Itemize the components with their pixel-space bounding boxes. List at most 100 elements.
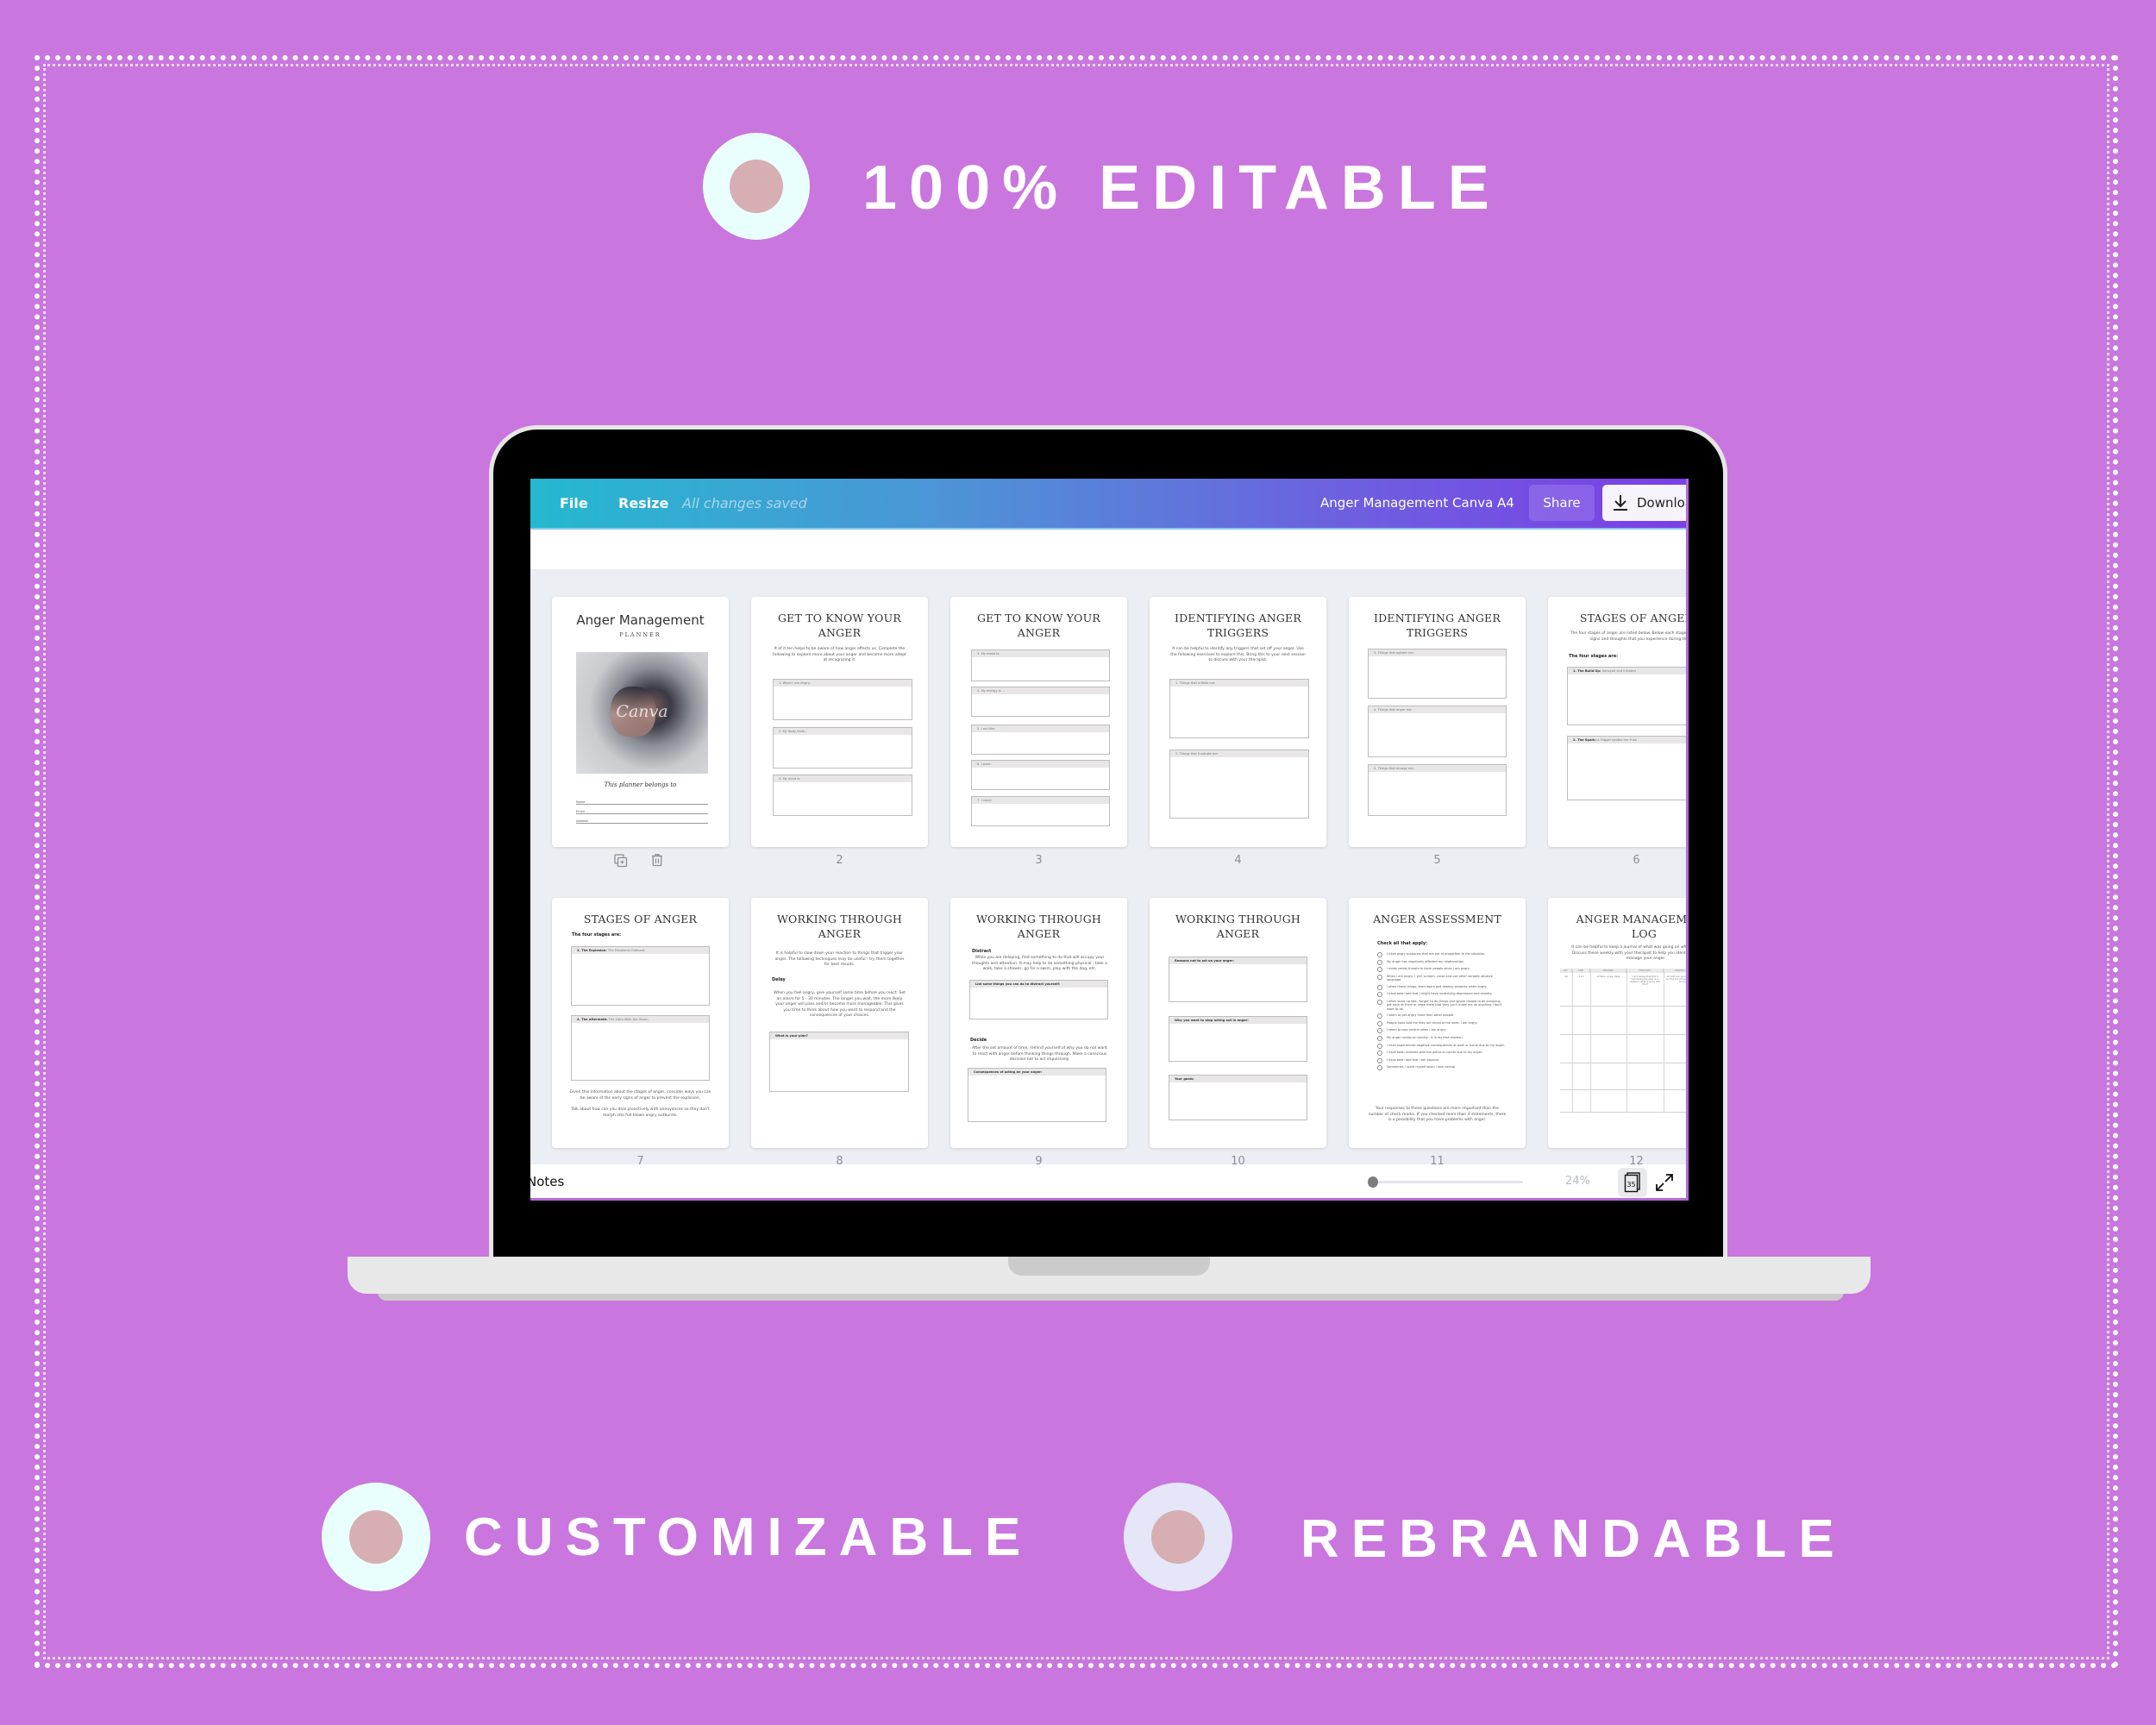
page-thumbnail-10[interactable]: WORKING THROUGH ANGER Reasons not to act…	[1150, 898, 1326, 1148]
log-table-example-cell: Go next door and ask him for waking me u…	[1666, 975, 1687, 984]
checkbox-circle-icon[interactable]	[1377, 1065, 1382, 1071]
checkbox-circle-icon[interactable]	[1377, 1043, 1382, 1049]
checkbox-circle-icon[interactable]	[1377, 984, 1382, 990]
checklist-item[interactable]: I have been told that I am abusive.	[1377, 1057, 1507, 1063]
checklist-item[interactable]: I seem to lose control when I am angry.	[1377, 1028, 1507, 1034]
checkbox-circle-icon[interactable]	[1377, 992, 1382, 998]
cover-image: Canva	[576, 652, 708, 774]
cover-belongs: This planner belongs to	[604, 781, 677, 788]
prompt-box: 3. My mood is:	[971, 649, 1110, 681]
checklist-text: When I am angry, I yell, scream, curse a…	[1387, 974, 1493, 982]
copy-page-icon[interactable]	[614, 854, 628, 868]
canva-watermark: Canva	[616, 702, 668, 721]
document-title[interactable]: Anger Management Canva A4	[1320, 479, 1514, 528]
share-button[interactable]: Share	[1529, 485, 1595, 521]
zoom-slider-handle[interactable]	[1368, 1176, 1378, 1188]
zoom-slider-track[interactable]	[1373, 1181, 1523, 1183]
notes-button[interactable]: Notes	[530, 1164, 564, 1199]
checklist-item[interactable]: When I am angry, I yell, scream, curse a…	[1377, 974, 1507, 982]
checklist-item[interactable]: I have angry outbursts that are out of p…	[1377, 952, 1507, 957]
trash-icon[interactable]	[650, 853, 664, 867]
checklist-item[interactable]: My anger comes on quickly - it is my fir…	[1377, 1035, 1507, 1041]
page-number: 4	[1234, 854, 1242, 867]
section-text: When you feel angry, give yourself some …	[774, 991, 906, 1018]
page-grid-button[interactable]: 35	[1618, 1168, 1647, 1197]
expand-icon[interactable]	[1653, 1171, 1676, 1194]
page-title: ANGER ASSESSMENT	[1373, 913, 1501, 925]
page-title: STAGES OF ANGER	[1579, 612, 1687, 624]
resize-menu[interactable]: Resize	[618, 479, 668, 528]
log-table-row-line	[1560, 1112, 1687, 1113]
checklist-item[interactable]: I have experienced negative consequences…	[1377, 1043, 1507, 1049]
page-thumbnail-11[interactable]: ANGER ASSESSMENT Check all that apply: I…	[1349, 898, 1526, 1148]
checkbox-circle-icon[interactable]	[1377, 1013, 1382, 1019]
field-email: Email	[576, 810, 708, 814]
checklist-text: People have told me they are afraid of m…	[1387, 1020, 1478, 1025]
page-thumbnail-4[interactable]: IDENTIFYING ANGER TRIGGERS It can be hel…	[1150, 597, 1326, 847]
page-thumbnail-9[interactable]: WORKING THROUGH ANGER Distract While you…	[950, 898, 1127, 1148]
checklist-text: I seem to get angry more than other peop…	[1387, 1013, 1455, 1018]
checklist-item[interactable]: I make verbal threats to harm people whe…	[1377, 967, 1507, 973]
page-intro: The four stages of anger are listed belo…	[1570, 631, 1687, 642]
page-footer: Your responses to these questions are mo…	[1368, 1107, 1507, 1122]
checklist-item[interactable]: My anger has negatively affected my rela…	[1377, 959, 1507, 965]
cover-subtitle: PLANNER	[619, 631, 661, 638]
page-subheading: The four stages are:	[1569, 654, 1619, 659]
page-thumbnail-2[interactable]: GET TO KNOW YOUR ANGER It of it ten help…	[751, 597, 928, 847]
checklist-text: I have been told that I might have under…	[1387, 992, 1493, 996]
page-footer: Talk about how can you deal proactively …	[571, 1107, 710, 1118]
cover-title: Anger Management	[576, 612, 705, 628]
section-text: After the set amount of time, remind you…	[972, 1046, 1107, 1062]
assessment-checklist: I have angry outbursts that are out of p…	[1377, 952, 1507, 1073]
checkbox-circle-icon[interactable]	[1377, 967, 1382, 973]
checklist-text: I have experienced negative consequences…	[1387, 1043, 1505, 1047]
checkbox-circle-icon[interactable]	[1377, 952, 1382, 957]
field-name: Name	[576, 800, 708, 805]
checkbox-circle-icon[interactable]	[1377, 1020, 1382, 1026]
log-table-row-line	[1560, 1034, 1687, 1035]
feature-editable: 100% EDITABLE	[862, 154, 1501, 223]
page-number: 6	[1633, 854, 1640, 867]
page-thumbnail-5[interactable]: IDENTIFYING ANGER TRIGGERS 3. Things tha…	[1349, 597, 1526, 847]
checkbox-circle-icon[interactable]	[1377, 974, 1382, 980]
checkbox-circle-icon[interactable]	[1377, 1051, 1382, 1057]
log-table-example-cell: I can't believe that idiot is hammering …	[1630, 975, 1660, 987]
page-subheading: The four stages are:	[572, 932, 622, 938]
checkbox-circle-icon[interactable]	[1377, 1035, 1382, 1041]
page-thumbnail-7[interactable]: STAGES OF ANGER The four stages are: 3. …	[552, 898, 729, 1148]
checkbox-circle-icon[interactable]	[1377, 999, 1382, 1005]
page-thumbnail-3[interactable]: GET TO KNOW YOUR ANGER 3. My mood is: 4.…	[950, 597, 1127, 847]
zoom-level[interactable]: 24%	[1565, 1164, 1590, 1199]
page-thumbnail-8[interactable]: WORKING THROUGH ANGER It is helpful to s…	[751, 898, 928, 1148]
prompt-box: What is your plan?	[769, 1032, 909, 1092]
page-thumbnail-12[interactable]: ANGER MANAGEMENT LOG It can be helpful t…	[1548, 898, 1687, 1148]
prompt-box: 4. The aftermath: The Calm After the Sto…	[571, 1015, 710, 1081]
prompt-box: 4. Things that anger me:	[1368, 706, 1507, 757]
checklist-item[interactable]: I have been told that I might have under…	[1377, 992, 1507, 998]
checklist-item[interactable]: I seem to get angry more than other peop…	[1377, 1013, 1507, 1019]
file-menu[interactable]: File	[560, 479, 588, 528]
editor-footer: Notes 24% 35	[530, 1164, 1687, 1201]
checklist-item[interactable]: I often throw things, slam doors and des…	[1377, 984, 1507, 990]
download-button[interactable]: Download	[1602, 485, 1687, 521]
prompt-box: Reasons not to act on your anger:	[1169, 957, 1307, 1002]
page-number: 2	[836, 854, 843, 867]
checklist-item[interactable]: I often show up late, 'forget' to do thi…	[1377, 999, 1507, 1012]
checkbox-circle-icon[interactable]	[1377, 1057, 1382, 1063]
checklist-text: I have been involved with the police or …	[1387, 1051, 1483, 1055]
checkbox-circle-icon[interactable]	[1377, 959, 1382, 965]
download-icon	[1614, 495, 1627, 511]
checklist-text: I make verbal threats to harm people whe…	[1387, 967, 1470, 971]
page-thumbnail-6[interactable]: STAGES OF ANGER The four stages of anger…	[1548, 597, 1687, 847]
page-thumbnail-1[interactable]: Anger Management PLANNER Canva This plan…	[552, 597, 729, 847]
prompt-box: 1. When I am Angry:	[773, 679, 912, 720]
checklist-item[interactable]: People have told me they are afraid of m…	[1377, 1020, 1507, 1026]
log-table-row-line	[1560, 1089, 1687, 1090]
checkbox-circle-icon[interactable]	[1377, 1028, 1382, 1034]
checklist-item[interactable]: I have been involved with the police or …	[1377, 1051, 1507, 1057]
page-intro: It can be helpful to keep a journal of w…	[1571, 945, 1687, 961]
page-count: 35	[1626, 1181, 1635, 1189]
checklist-item[interactable]: Sometimes I scare myself when I lose con…	[1377, 1065, 1507, 1071]
page-intro: It is helpful to slow down your reaction…	[774, 951, 905, 967]
canva-toolbar: File Resize All changes saved Anger Mana…	[530, 479, 1687, 528]
